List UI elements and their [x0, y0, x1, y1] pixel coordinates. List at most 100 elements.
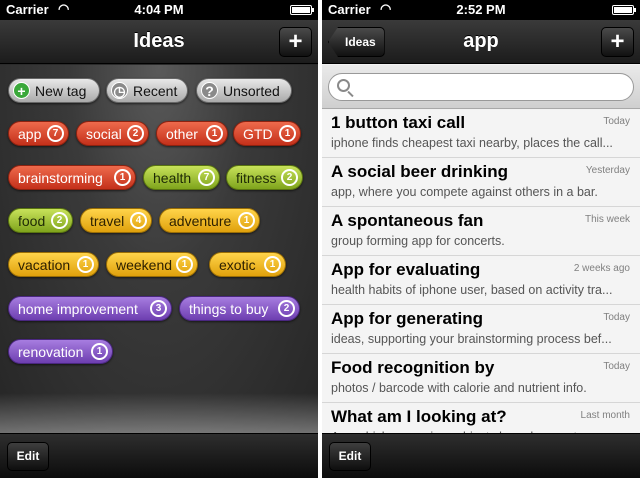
idea-date: Yesterday	[585, 165, 630, 176]
unsorted-button[interactable]: ? Unsorted	[196, 78, 292, 103]
tag-label: GTD	[243, 126, 273, 142]
search-input[interactable]	[355, 78, 625, 96]
idea-row[interactable]: A spontaneous fan This week group forming …	[322, 208, 640, 256]
idea-snippet: iphone finds cheapest taxi nearby, place…	[331, 136, 613, 150]
tag-label: adventure	[169, 213, 232, 229]
tag-pill-renovation[interactable]: renovation 1	[8, 339, 113, 364]
tag-count-badge: 2	[278, 300, 295, 317]
tag-label: food	[18, 213, 46, 229]
idea-title: 1 button taxi call	[331, 113, 466, 132]
tag-pill-travel[interactable]: travel 4	[80, 208, 152, 233]
clock-icon: ◷	[111, 82, 128, 99]
idea-title: App for evaluating	[331, 260, 481, 279]
idea-row[interactable]: App for generating Today ideas, supporting…	[322, 306, 640, 354]
tag-pill-app[interactable]: app 7	[8, 121, 69, 146]
ideas-screen: Carrier ◠ 4:04 PM Ideas + + New tag ◷ Recen…	[0, 0, 318, 478]
recent-button[interactable]: ◷ Recent	[106, 78, 188, 103]
page-title: Ideas	[133, 30, 185, 52]
status-bar: Carrier ◠ 2:52 PM	[322, 0, 640, 20]
search-bar	[322, 65, 640, 109]
search-field[interactable]	[328, 73, 634, 101]
tag-count-badge: 2	[51, 212, 68, 229]
tag-count-badge: 1	[238, 212, 255, 229]
tag-count-badge: 7	[47, 125, 64, 142]
tag-label: brainstorming	[18, 170, 103, 186]
button-label: Unsorted	[223, 83, 280, 99]
plus-icon: +	[13, 82, 30, 99]
idea-title: App for generating	[331, 309, 484, 328]
idea-title: A social beer drinking	[331, 162, 508, 181]
idea-date: Today	[603, 361, 630, 372]
tag-label: travel	[90, 213, 125, 229]
tag-count-badge: 1	[279, 125, 296, 142]
tag-pill-brainstorming[interactable]: brainstorming 1	[8, 165, 136, 190]
tag-label: weekend	[116, 257, 173, 273]
tag-pill-exotic[interactable]: exotic 1	[209, 252, 286, 277]
tag-count-badge: 2	[281, 169, 298, 186]
tag-label: things to buy	[189, 301, 269, 317]
bottom-toolbar: Edit	[322, 433, 640, 478]
tag-detail-screen: Carrier ◠ 2:52 PM Ideas app + 1 button t…	[322, 0, 640, 478]
idea-title: Food recognition by	[331, 358, 495, 377]
tag-pill-other[interactable]: other 1	[156, 121, 228, 146]
tag-count-badge: 1	[91, 343, 108, 360]
battery-icon	[290, 5, 314, 15]
stage: Carrier ◠ 4:04 PM Ideas + + New tag ◷ Recen…	[0, 0, 640, 478]
idea-date: This week	[584, 214, 630, 225]
tag-count-badge: 2	[127, 125, 144, 142]
idea-snippet: health habits of iphone user, based on a…	[331, 283, 613, 297]
tag-pill-home-improvement[interactable]: home improvement 3	[8, 296, 172, 321]
tag-label: social	[86, 126, 122, 142]
tag-label: fitness	[236, 170, 277, 186]
tag-pill-gtd[interactable]: GTD 1	[233, 121, 301, 146]
idea-snippet: ideas, supporting your brainstorming pro…	[331, 332, 612, 346]
tag-count-badge: 1	[114, 169, 131, 186]
tag-pill-adventure[interactable]: adventure 1	[159, 208, 260, 233]
edit-button[interactable]: Edit	[7, 442, 49, 471]
clock: 4:04 PM	[134, 2, 184, 17]
tag-pill-food[interactable]: food 2	[8, 208, 73, 233]
tag-pill-health[interactable]: health 7	[143, 165, 220, 190]
tag-label: home improvement	[18, 301, 138, 317]
button-label: New tag	[35, 83, 87, 99]
tag-count-badge: 1	[77, 256, 94, 273]
idea-date: Today	[603, 312, 630, 323]
tag-count-badge: 1	[264, 256, 281, 273]
tag-count-badge: 3	[150, 300, 167, 317]
tag-label: health	[153, 170, 192, 186]
tag-pill-vacation[interactable]: vacation 1	[8, 252, 99, 277]
shelf-floor	[0, 393, 318, 433]
idea-row[interactable]: A social beer drinking Yesterday app, wher…	[322, 159, 640, 207]
clock: 2:52 PM	[456, 2, 506, 17]
idea-row[interactable]: Food recognition by Today photos / barcode…	[322, 355, 640, 403]
idea-row[interactable]: 1 button taxi call Today iphone finds chea…	[322, 110, 640, 158]
tag-label: other	[166, 126, 198, 142]
tag-count-badge: 4	[130, 212, 147, 229]
idea-snippet: photos / barcode with calorie and nutrie…	[331, 381, 587, 395]
search-icon	[337, 79, 350, 92]
nav-bar: Ideas +	[0, 20, 318, 64]
tag-label: vacation	[18, 257, 71, 273]
idea-date: Today	[603, 116, 630, 127]
nav-bar: Ideas app +	[322, 20, 640, 64]
tag-pill-social[interactable]: social 2	[76, 121, 149, 146]
new-tag-button[interactable]: + New tag	[8, 78, 100, 103]
idea-title: What am I looking at?	[331, 407, 507, 426]
bottom-toolbar: Edit	[0, 433, 318, 478]
tag-pill-weekend[interactable]: weekend 1	[106, 252, 198, 277]
question-icon: ?	[201, 82, 218, 99]
idea-snippet: app, where you compete against others in…	[331, 185, 598, 199]
battery-icon	[612, 5, 636, 15]
edit-button[interactable]: Edit	[329, 442, 371, 471]
idea-row[interactable]: App for evaluating 2 weeks ago health habi…	[322, 257, 640, 305]
idea-row[interactable]: What am I looking at?Last monthApp which…	[322, 404, 640, 433]
idea-list[interactable]: 1 button taxi call Today iphone finds chea…	[322, 110, 640, 433]
tag-label: app	[18, 126, 42, 142]
tag-label: renovation	[18, 344, 84, 360]
idea-title: A spontaneous fan	[331, 211, 484, 230]
tag-pill-fitness[interactable]: fitness 2	[226, 165, 303, 190]
add-idea-button[interactable]: +	[601, 27, 634, 57]
tag-pill-things-to-buy[interactable]: things to buy 2	[179, 296, 300, 321]
add-idea-button[interactable]: +	[279, 27, 312, 57]
tag-label: exotic	[219, 257, 256, 273]
